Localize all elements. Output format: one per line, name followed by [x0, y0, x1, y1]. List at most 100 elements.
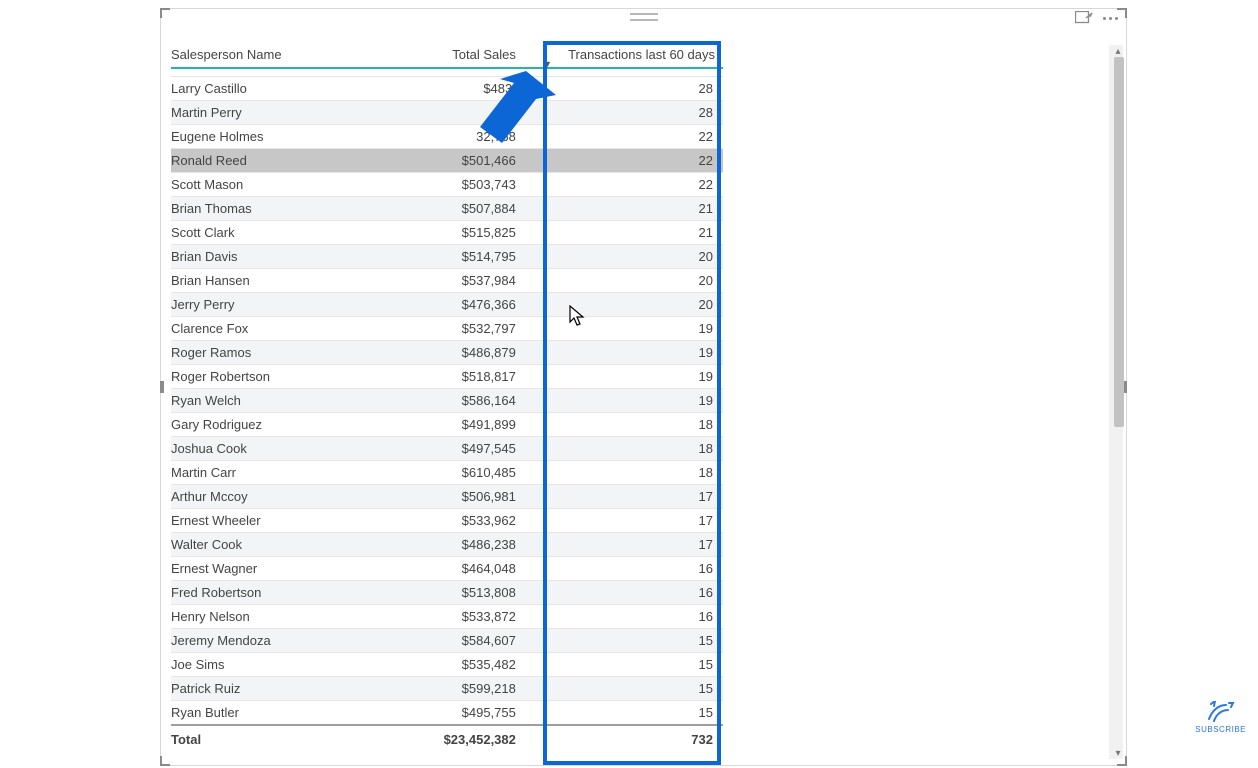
- cell-transactions: 15: [524, 677, 723, 701]
- cell-name: Fred Robertson: [171, 581, 407, 605]
- cell-name: Walter Cook: [171, 533, 407, 557]
- total-transactions: 732: [524, 725, 723, 753]
- table-row[interactable]: Walter Cook$486,23817: [171, 533, 723, 557]
- cell-name: Jerry Perry: [171, 293, 407, 317]
- table-row[interactable]: Ryan Butler$495,75515: [171, 701, 723, 726]
- subscribe-badge[interactable]: SUBSCRIBE: [1195, 701, 1246, 734]
- cell-transactions: 15: [524, 701, 723, 726]
- cell-sales: $501,466: [407, 149, 524, 173]
- cell-transactions: 18: [524, 461, 723, 485]
- table-row[interactable]: Larry Castillo$483,28: [171, 77, 723, 101]
- cell-sales: $610,485: [407, 461, 524, 485]
- table-row[interactable]: Arthur Mccoy$506,98117: [171, 485, 723, 509]
- cell-sales: $518,817: [407, 365, 524, 389]
- cell-sales: $599,218: [407, 677, 524, 701]
- table-row[interactable]: Clarence Fox$532,79719: [171, 317, 723, 341]
- cell-transactions: 16: [524, 581, 723, 605]
- table-row[interactable]: Roger Robertson$518,81719: [171, 365, 723, 389]
- visual-drag-handle[interactable]: [630, 13, 658, 21]
- col-header-name[interactable]: Salesperson Name: [171, 41, 407, 77]
- cell-sales: $506,981: [407, 485, 524, 509]
- vertical-scrollbar-thumb[interactable]: [1114, 57, 1124, 427]
- cell-transactions: 19: [524, 365, 723, 389]
- cell-name: Brian Davis: [171, 245, 407, 269]
- cell-name: Martin Carr: [171, 461, 407, 485]
- cell-sales: $495,755: [407, 701, 524, 726]
- cell-name: Clarence Fox: [171, 317, 407, 341]
- cell-name: Henry Nelson: [171, 605, 407, 629]
- cell-name: Ryan Welch: [171, 389, 407, 413]
- cell-name: Roger Robertson: [171, 365, 407, 389]
- table-row[interactable]: Scott Clark$515,82521: [171, 221, 723, 245]
- table-row[interactable]: Ernest Wagner$464,04816: [171, 557, 723, 581]
- table-row[interactable]: Martin Perry2728: [171, 101, 723, 125]
- scroll-down-button[interactable]: ▾: [1112, 747, 1124, 759]
- cell-sales: $513,808: [407, 581, 524, 605]
- cell-sales: $532,797: [407, 317, 524, 341]
- cell-transactions: 16: [524, 605, 723, 629]
- cell-name: Roger Ramos: [171, 341, 407, 365]
- table-row[interactable]: Joshua Cook$497,54518: [171, 437, 723, 461]
- cell-transactions: 19: [524, 341, 723, 365]
- table-row[interactable]: Joe Sims$535,48215: [171, 653, 723, 677]
- table-row[interactable]: Jeremy Mendoza$584,60715: [171, 629, 723, 653]
- table-row[interactable]: Scott Mason$503,74322: [171, 173, 723, 197]
- table-row[interactable]: Jerry Perry$476,36620: [171, 293, 723, 317]
- cell-sales: $476,366: [407, 293, 524, 317]
- cell-transactions: 22: [524, 149, 723, 173]
- table-visual-frame[interactable]: ▴ ▾ Salesperson Name Total Sales Transac…: [160, 8, 1127, 766]
- table-row[interactable]: Patrick Ruiz$599,21815: [171, 677, 723, 701]
- cell-name: Martin Perry: [171, 101, 407, 125]
- more-options-icon[interactable]: [1103, 17, 1118, 20]
- cell-name: Ernest Wheeler: [171, 509, 407, 533]
- table-row[interactable]: Gary Rodriguez$491,89918: [171, 413, 723, 437]
- cell-name: Scott Clark: [171, 221, 407, 245]
- table-row[interactable]: Brian Davis$514,79520: [171, 245, 723, 269]
- cell-sales: $503,743: [407, 173, 524, 197]
- cell-sales: $483,: [407, 77, 524, 101]
- cell-sales: 27: [407, 101, 524, 125]
- sales-table: Salesperson Name Total Sales Transaction…: [171, 41, 723, 753]
- table-total-row: Total $23,452,382 732: [171, 725, 723, 753]
- cell-transactions: 17: [524, 485, 723, 509]
- cell-name: Joshua Cook: [171, 437, 407, 461]
- total-label: Total: [171, 725, 407, 753]
- cell-name: Jeremy Mendoza: [171, 629, 407, 653]
- table-row[interactable]: Roger Ramos$486,87919: [171, 341, 723, 365]
- table-row[interactable]: Martin Carr$610,48518: [171, 461, 723, 485]
- table-row[interactable]: Ernest Wheeler$533,96217: [171, 509, 723, 533]
- cell-transactions: 20: [524, 269, 723, 293]
- cell-transactions: 20: [524, 293, 723, 317]
- cell-name: Brian Hansen: [171, 269, 407, 293]
- cell-name: Ryan Butler: [171, 701, 407, 726]
- table-row[interactable]: Ryan Welch$586,16419: [171, 389, 723, 413]
- table-row[interactable]: Brian Hansen$537,98420: [171, 269, 723, 293]
- table-row[interactable]: Ronald Reed$501,46622: [171, 149, 723, 173]
- cell-transactions: 18: [524, 437, 723, 461]
- subscribe-label: SUBSCRIBE: [1195, 725, 1246, 734]
- col-header-transactions[interactable]: Transactions last 60 days: [524, 41, 723, 77]
- table-row[interactable]: Henry Nelson$533,87216: [171, 605, 723, 629]
- cell-sales: $486,238: [407, 533, 524, 557]
- table-row[interactable]: Eugene Holmes32,76822: [171, 125, 723, 149]
- cell-transactions: 16: [524, 557, 723, 581]
- col-header-sales[interactable]: Total Sales: [407, 41, 524, 77]
- cell-transactions: 15: [524, 629, 723, 653]
- cell-name: Scott Mason: [171, 173, 407, 197]
- cell-transactions: 20: [524, 245, 723, 269]
- scroll-up-button[interactable]: ▴: [1112, 45, 1124, 57]
- cell-name: Larry Castillo: [171, 77, 407, 101]
- cell-transactions: 19: [524, 389, 723, 413]
- cell-sales: $486,879: [407, 341, 524, 365]
- cell-name: Brian Thomas: [171, 197, 407, 221]
- table-header-row: Salesperson Name Total Sales Transaction…: [171, 41, 723, 77]
- focus-mode-icon[interactable]: [1075, 11, 1093, 26]
- cell-transactions: 18: [524, 413, 723, 437]
- total-sales: $23,452,382: [407, 725, 524, 753]
- cell-transactions: 19: [524, 317, 723, 341]
- table-row[interactable]: Brian Thomas$507,88421: [171, 197, 723, 221]
- table-row[interactable]: Fred Robertson$513,80816: [171, 581, 723, 605]
- cell-name: Joe Sims: [171, 653, 407, 677]
- cell-sales: $497,545: [407, 437, 524, 461]
- cell-sales: $586,164: [407, 389, 524, 413]
